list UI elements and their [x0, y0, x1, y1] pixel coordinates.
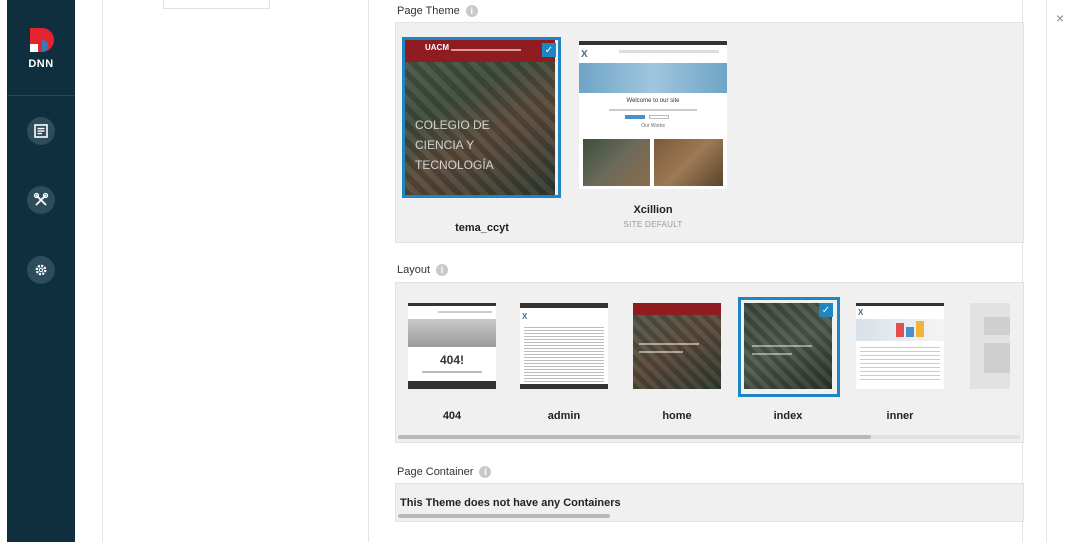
thumb-nav — [438, 311, 492, 313]
thumb-404: 404! — [439, 353, 465, 367]
layout-card-admin[interactable]: X admin — [520, 303, 610, 431]
modal-border — [1046, 0, 1047, 542]
sidebar-item-content[interactable] — [27, 117, 55, 145]
thumb-bar — [916, 321, 924, 337]
thumb-title-line — [639, 351, 683, 353]
page-container-panel: This Theme does not have any Containers — [395, 483, 1024, 522]
thumb-footer — [408, 381, 496, 389]
layout-card-index[interactable]: ✓ index — [738, 297, 842, 431]
layout-scrollbar-thumb[interactable] — [398, 435, 871, 439]
layout-name: home — [662, 410, 692, 422]
layout-name: admin — [547, 410, 581, 422]
content-border-left — [102, 0, 103, 542]
layout-thumbnail: X — [856, 303, 944, 389]
thumb-footer — [520, 384, 608, 389]
layout-thumbnail: 404! — [408, 303, 496, 389]
layout-card-home[interactable]: home — [633, 303, 723, 431]
page-icon — [34, 124, 48, 138]
no-containers-message: This Theme does not have any Containers — [400, 497, 621, 509]
thumb-block — [984, 317, 1010, 335]
thumb-topbar — [520, 303, 608, 308]
thumb-topbar — [408, 303, 496, 306]
thumb-bar — [906, 327, 914, 337]
page-container-title: Page Container — [397, 466, 474, 478]
thumb-link: Our Works — [641, 123, 665, 129]
info-icon[interactable]: i — [479, 466, 492, 478]
selected-frame — [402, 37, 561, 198]
layout-label: Layout i — [397, 264, 449, 276]
thumb-text-line — [422, 371, 482, 373]
close-icon[interactable]: × — [1056, 10, 1064, 26]
thumb-nav — [619, 50, 719, 53]
thumb-title-line — [639, 343, 699, 345]
theme-thumbnail: X Welcome to our site Our Works — [579, 41, 727, 189]
layout-thumbnail: X — [520, 303, 608, 389]
thumb-header — [633, 303, 721, 315]
info-icon[interactable]: i — [436, 264, 449, 276]
thumb-hero — [579, 63, 727, 93]
container-scrollbar-thumb[interactable] — [398, 514, 610, 518]
info-icon[interactable]: i — [465, 5, 478, 17]
theme-name: tema_ccyt — [455, 222, 509, 234]
page-container-label: Page Container i — [397, 466, 492, 478]
layout-card-partial[interactable] — [970, 303, 1010, 389]
sidebar-item-tools[interactable] — [27, 186, 55, 214]
layout-thumbnail — [633, 303, 721, 389]
check-icon: ✓ — [819, 303, 833, 317]
thumb-block — [984, 343, 1010, 373]
field-stub — [163, 0, 270, 9]
page-theme-label: Page Theme i — [397, 5, 478, 17]
thumb-logo: X — [522, 312, 528, 321]
thumb-button-2 — [649, 115, 669, 119]
layout-name: index — [773, 410, 803, 422]
layout-name: 404 — [442, 410, 462, 422]
logo-text: DNN — [28, 58, 54, 70]
sidebar-item-settings[interactable] — [27, 256, 55, 284]
thumb-bar — [896, 323, 904, 337]
panel-border-left — [368, 0, 369, 542]
layout-name: inner — [886, 410, 914, 422]
tools-icon — [33, 192, 49, 206]
thumb-hero — [408, 319, 496, 347]
thumb-logo: X — [581, 49, 588, 60]
thumb-text-block — [524, 327, 604, 383]
thumb-heading: Welcome to our site — [626, 98, 680, 104]
thumb-topbar — [579, 41, 727, 45]
page-theme-title: Page Theme — [397, 5, 460, 17]
theme-name: Xcillion — [633, 204, 673, 216]
dnn-logo[interactable]: DNN — [21, 26, 61, 80]
sidebar-divider — [7, 95, 75, 96]
thumb-button — [625, 115, 645, 119]
check-icon: ✓ — [542, 43, 556, 57]
theme-card-xcillion[interactable]: X Welcome to our site Our Works Xcillion… — [579, 41, 729, 231]
layout-card-inner[interactable]: X inner — [856, 303, 946, 431]
theme-subtitle: SITE DEFAULT — [623, 220, 683, 229]
layout-card-404[interactable]: 404! 404 — [408, 303, 498, 431]
layout-title: Layout — [397, 264, 431, 276]
thumb-logo: X — [858, 308, 864, 317]
thumb-text-block — [860, 347, 940, 383]
thumb-topbar — [856, 303, 944, 306]
theme-card-tema-ccyt[interactable]: UACM COLEGIO DE CIENCIA Y TECNOLOGÍA ✓ t… — [402, 37, 562, 237]
thumb-text-line — [609, 109, 697, 111]
thumb-image-2 — [654, 139, 723, 186]
thumb-hero — [856, 319, 944, 341]
thumb-image-1 — [583, 139, 650, 186]
layout-panel: 404! 404 X admin home ✓ index X inner — [395, 282, 1024, 443]
sidebar: DNN — [7, 0, 75, 542]
gear-icon — [35, 264, 47, 276]
page-theme-panel: UACM COLEGIO DE CIENCIA Y TECNOLOGÍA ✓ t… — [395, 22, 1024, 243]
